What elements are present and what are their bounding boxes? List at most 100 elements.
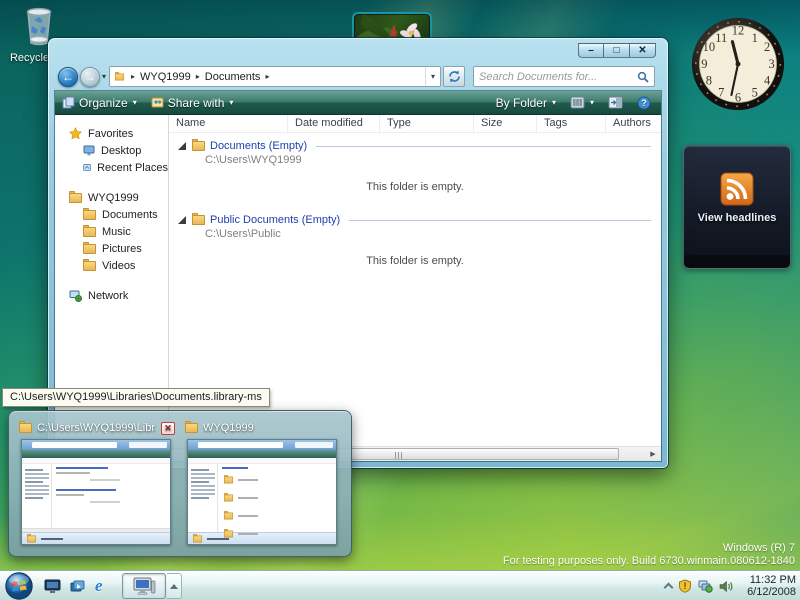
- network-tray-icon[interactable]: [698, 579, 713, 593]
- breadcrumb-chevron-icon: ▸: [131, 72, 135, 81]
- group-header-documents[interactable]: Documents (Empty): [169, 138, 661, 154]
- sidebar-item-network[interactable]: Network: [55, 287, 168, 304]
- sidebar-item-videos[interactable]: Videos: [55, 257, 168, 274]
- internet-explorer-icon[interactable]: e: [95, 576, 103, 596]
- switch-windows-icon[interactable]: [70, 579, 86, 594]
- group-collapse-icon[interactable]: [178, 216, 186, 224]
- build-watermark: Windows (R) 7 For testing purposes only.…: [503, 542, 795, 568]
- quick-launch: e: [44, 571, 103, 600]
- sidebar-item-music[interactable]: Music: [55, 223, 168, 240]
- mini-window-preview[interactable]: [187, 439, 337, 545]
- organize-button[interactable]: Organize▾: [55, 91, 144, 114]
- breadcrumb-item-user[interactable]: WYQ1999: [140, 71, 191, 83]
- favorites-star-icon: [69, 127, 82, 140]
- taskbar: e !: [0, 570, 800, 600]
- caption-buttons: – □ ✕: [578, 43, 656, 58]
- preview-pane-icon: [608, 96, 623, 109]
- thumbnail-close-button[interactable]: ✕: [161, 422, 175, 435]
- rss-gadget-footer: [684, 255, 790, 268]
- rss-gadget-label: View headlines: [698, 212, 777, 224]
- sidebar-item-user-folder[interactable]: WYQ1999: [55, 189, 168, 206]
- search-placeholder: Search Documents for...: [479, 71, 637, 83]
- maximize-button[interactable]: □: [604, 43, 630, 58]
- mini-toolbar: [22, 450, 170, 458]
- mini-content: [52, 464, 170, 528]
- task-group-expander[interactable]: [167, 573, 182, 599]
- clock-gadget[interactable]: 1212 345 678 91011: [690, 16, 786, 112]
- column-header-authors[interactable]: Authors: [606, 115, 661, 132]
- breadcrumb[interactable]: ▸ WYQ1999 ▸ Documents ▸ ▾: [109, 66, 441, 87]
- mini-sidebar: [22, 464, 52, 528]
- breadcrumb-chevron-icon[interactable]: ▸: [265, 72, 269, 81]
- preview-pane-button[interactable]: [601, 91, 630, 114]
- tray-clock[interactable]: 11:32 PM 6/12/2008: [740, 574, 796, 598]
- group-path: C:\Users\Public: [169, 228, 661, 243]
- column-header-size[interactable]: Size: [474, 115, 537, 132]
- back-button[interactable]: ←: [58, 67, 78, 87]
- mini-main: [22, 464, 170, 528]
- search-input[interactable]: Search Documents for...: [473, 66, 655, 87]
- help-icon: ?: [637, 96, 651, 110]
- sidebar-item-recent-places[interactable]: Recent Places: [55, 159, 168, 176]
- group-header-public-documents[interactable]: Public Documents (Empty): [169, 212, 661, 228]
- rss-feed-gadget[interactable]: View headlines: [683, 145, 791, 269]
- sidebar-item-documents[interactable]: Documents: [55, 206, 168, 223]
- sidebar-item-desktop[interactable]: Desktop: [55, 142, 168, 159]
- views-button[interactable]: ▾: [563, 91, 601, 114]
- column-header-date-modified[interactable]: Date modified: [288, 115, 380, 132]
- address-dropdown-icon[interactable]: ▾: [425, 67, 440, 86]
- system-tray: ! 11:32 PM 6/12/2008: [665, 571, 796, 600]
- breadcrumb-chevron-icon[interactable]: ▸: [196, 72, 200, 81]
- thumbnail-folder-icon: [185, 423, 198, 433]
- arrange-by-folder-button[interactable]: By Folder▾: [489, 91, 563, 114]
- search-icon[interactable]: [637, 71, 649, 83]
- music-folder-icon: [83, 227, 96, 237]
- sidebar-gap: [55, 176, 168, 189]
- sidebar-item-favorites[interactable]: Favorites: [55, 125, 168, 142]
- mini-titlebar: [188, 440, 336, 450]
- column-header-tags[interactable]: Tags: [537, 115, 606, 132]
- sidebar-gap: [55, 274, 168, 287]
- refresh-button[interactable]: [443, 66, 465, 87]
- minimize-button[interactable]: –: [578, 43, 604, 58]
- group-title[interactable]: Public Documents (Empty): [210, 214, 340, 226]
- group-title[interactable]: Documents (Empty): [210, 140, 307, 152]
- column-header-name[interactable]: Name: [169, 115, 288, 132]
- svg-text:!: !: [684, 581, 687, 591]
- window-titlebar[interactable]: – □ ✕: [48, 38, 668, 64]
- volume-icon[interactable]: [719, 580, 734, 593]
- group-collapse-icon[interactable]: [178, 142, 186, 150]
- mini-window-preview[interactable]: [21, 439, 171, 545]
- group-rule: [349, 220, 651, 221]
- tray-date: 6/12/2008: [740, 586, 796, 598]
- breadcrumb-item-documents[interactable]: Documents: [205, 71, 261, 83]
- sidebar-item-pictures[interactable]: Pictures: [55, 240, 168, 257]
- thumbnail-header: C:\Users\WYQ1999\Libraries\... ✕: [19, 419, 177, 437]
- close-button[interactable]: ✕: [630, 43, 656, 58]
- recent-places-icon: [83, 162, 91, 173]
- security-alert-icon[interactable]: !: [678, 579, 692, 593]
- start-button[interactable]: [5, 572, 33, 600]
- svg-text:3: 3: [768, 57, 774, 71]
- thumbnail-title: WYQ1999: [203, 422, 343, 434]
- share-with-button[interactable]: Share with▾: [144, 91, 241, 114]
- share-icon: [151, 96, 164, 109]
- forward-button[interactable]: →: [80, 67, 100, 87]
- svg-text:6: 6: [735, 90, 741, 104]
- tray-chevron-icon[interactable]: [664, 583, 674, 593]
- window-thumbnail-libraries[interactable]: C:\Users\WYQ1999\Libraries\... ✕: [19, 419, 177, 550]
- videos-folder-icon: [83, 261, 96, 271]
- svg-text:9: 9: [701, 57, 707, 71]
- location-icon: [115, 73, 124, 80]
- show-desktop-icon[interactable]: [44, 579, 61, 594]
- column-header-type[interactable]: Type: [380, 115, 474, 132]
- recent-pages-dropdown-icon[interactable]: ▾: [102, 72, 106, 81]
- explorer-task-button[interactable]: [122, 573, 166, 599]
- column-headers: Name Date modified Type Size Tags Author…: [169, 115, 661, 133]
- window-thumbnail-user-folder[interactable]: WYQ1999: [185, 419, 343, 550]
- help-button[interactable]: ?: [630, 91, 661, 114]
- svg-text:4: 4: [764, 74, 771, 88]
- empty-folder-message: This folder is empty.: [169, 169, 661, 212]
- scroll-right-arrow[interactable]: ▶: [647, 449, 659, 460]
- svg-text:2: 2: [764, 40, 770, 54]
